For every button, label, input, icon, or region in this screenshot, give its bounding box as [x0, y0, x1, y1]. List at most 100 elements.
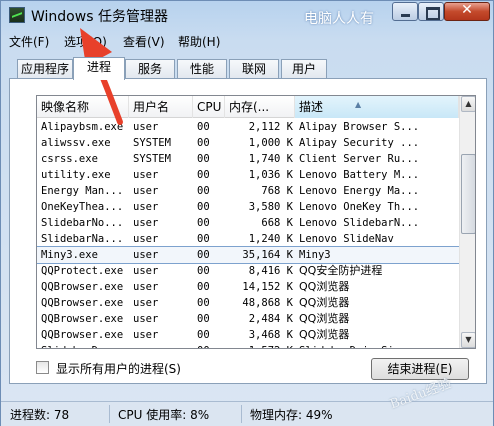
cell-user-name: user [133, 185, 159, 197]
table-row[interactable]: QQBrowser.exe user 00 2,484 K QQ浏览器 [37, 311, 459, 327]
column-user-name[interactable]: 用户名 [129, 96, 193, 118]
cell-image-name: Miny3.exe [41, 249, 98, 261]
cell-user-name: user [133, 233, 159, 245]
tab-users[interactable]: 用户 [281, 59, 327, 79]
cell-cpu: 00 [197, 329, 210, 341]
status-cpu-usage: CPU 使用率: 8% [118, 408, 210, 422]
cell-description: QQ浏览器 [299, 312, 350, 325]
cell-memory: 14,152 K [242, 281, 293, 293]
table-row[interactable]: Miny3.exe user 00 35,164 K Miny3 [37, 246, 460, 264]
menu-file[interactable]: 文件(F) [9, 33, 49, 50]
cell-cpu: 00 [197, 281, 210, 293]
cell-description: Lenovo OneKey Th... [299, 201, 420, 213]
checkbox-box[interactable] [36, 361, 49, 374]
task-manager-icon [9, 7, 25, 23]
cell-image-name: QQBrowser.exe [41, 297, 124, 309]
scroll-down-button[interactable]: ▼ [461, 332, 475, 348]
table-row[interactable]: SlidebarNa... user 00 1,240 K Lenovo SlideNa… [37, 231, 459, 247]
menu-help[interactable]: 帮助(H) [178, 33, 220, 50]
cell-cpu: 00 [197, 121, 210, 133]
cell-cpu: 00 [197, 313, 210, 325]
tab-processes[interactable]: 进程 [73, 57, 125, 80]
cell-user-name: SYSTEM [133, 153, 171, 165]
tab-services[interactable]: 服务 [125, 59, 175, 79]
chevron-up-icon: ▲ [465, 99, 472, 108]
column-image-name[interactable]: 映像名称 [37, 96, 129, 118]
cell-user-name: user [133, 249, 159, 261]
tab-networking[interactable]: 联网 [229, 59, 279, 79]
chevron-down-icon: ▼ [465, 335, 472, 344]
close-button[interactable]: ✕ [444, 2, 490, 21]
table-row[interactable]: QQProtect.exe user 00 8,416 K QQ安全防护进程 [37, 263, 459, 279]
cell-cpu: 00 [197, 169, 210, 181]
table-row[interactable]: Energy Man... user 00 768 K Lenovo Energy Ma… [37, 183, 459, 199]
table-row[interactable]: aliwssv.exe SYSTEM 00 1,000 K Alipay Securit… [37, 135, 459, 151]
cell-image-name: QQBrowser.exe [41, 313, 124, 325]
cell-memory: 1,240 K [248, 233, 293, 245]
cell-user-name: user [133, 343, 195, 348]
table-row[interactable]: QQBrowser.exe user 00 3,468 K QQ浏览器 [37, 327, 459, 343]
cell-description: QQ浏览器 [299, 280, 350, 293]
cell-user-name: user [133, 281, 159, 293]
processes-panel: 映像名称 用户名 CPU 内存(... 描述 ▲ Alipaybsm.exe us… [9, 78, 487, 384]
show-all-processes-label[interactable]: 显示所有用户的进程(S) [56, 360, 181, 377]
scroll-thumb[interactable] [461, 154, 475, 234]
cell-memory: 8,416 K [248, 265, 293, 277]
table-row[interactable]: OneKeyThea... user 00 3,580 K Lenovo OneKey … [37, 199, 459, 215]
column-cpu[interactable]: CPU [193, 96, 225, 118]
table-row[interactable]: SlidebarDu... user001,572 K SlidebarDuiguS… [37, 343, 459, 348]
tab-bar: 应用程序 进程 服务 性能 联网 用户 [17, 57, 487, 80]
column-description[interactable]: 描述 ▲ [295, 96, 459, 118]
minimize-button[interactable] [392, 2, 418, 21]
vertical-scrollbar[interactable]: ▲ ▼ [459, 96, 475, 348]
maximize-button[interactable] [418, 2, 444, 21]
cell-memory: 2,484 K [248, 313, 293, 325]
close-icon: ✕ [461, 2, 473, 18]
process-list[interactable]: 映像名称 用户名 CPU 内存(... 描述 ▲ Alipaybsm.exe us… [36, 95, 476, 349]
menu-options[interactable]: 选项(O) [64, 33, 107, 50]
table-row[interactable]: csrss.exe SYSTEM 00 1,740 K Client Server Ru… [37, 151, 459, 167]
cell-description: QQ浏览器 [299, 328, 350, 341]
cell-image-name: SlidebarDu... [41, 343, 129, 348]
cell-description: Client Server Ru... [299, 153, 420, 165]
cell-memory: 35,164 K [242, 249, 293, 261]
tab-performance[interactable]: 性能 [177, 59, 227, 79]
cell-user-name: user [133, 169, 159, 181]
status-physical-memory: 物理内存: 49% [250, 408, 333, 422]
table-row[interactable]: SlidebarNo... user 00 668 K Lenovo SlidebarN… [37, 215, 459, 231]
cell-description: QQ浏览器 [299, 296, 350, 309]
cell-image-name: csrss.exe [41, 153, 98, 165]
title-bar[interactable]: Windows 任务管理器 电脑人人有 ✕ [1, 1, 493, 31]
cell-cpu: 00 [197, 233, 210, 245]
scroll-up-button[interactable]: ▲ [461, 96, 475, 112]
tab-applications[interactable]: 应用程序 [17, 59, 73, 79]
cell-image-name: QQBrowser.exe [41, 281, 124, 293]
end-process-button[interactable]: 结束进程(E) [371, 358, 469, 380]
cell-memory: 48,868 K [242, 297, 293, 309]
table-row[interactable]: QQBrowser.exe user 00 14,152 K QQ浏览器 [37, 279, 459, 295]
table-row[interactable]: QQBrowser.exe user 00 48,868 K QQ浏览器 [37, 295, 459, 311]
status-process-count: 进程数: 78 [10, 408, 70, 422]
cell-memory: 1,572 K [227, 343, 293, 348]
process-rows: Alipaybsm.exe user 00 2,112 K Alipay Browser… [37, 119, 460, 348]
window-title: Windows 任务管理器 [31, 9, 168, 25]
cell-image-name: utility.exe [41, 169, 111, 181]
table-row[interactable]: utility.exe user 00 1,036 K Lenovo Battery M… [37, 167, 459, 183]
menu-view[interactable]: 查看(V) [123, 33, 165, 50]
cell-user-name: SYSTEM [133, 137, 171, 149]
column-memory[interactable]: 内存(... [225, 96, 295, 118]
status-divider [241, 405, 242, 423]
cell-cpu: 00 [197, 201, 210, 213]
cell-memory: 668 K [261, 217, 293, 229]
cell-description: Lenovo SlidebarN... [299, 217, 420, 229]
cell-memory: 1,740 K [248, 153, 293, 165]
menu-bar: 文件(F) 选项(O) 查看(V) 帮助(H) [7, 32, 487, 52]
cell-cpu: 00 [197, 185, 210, 197]
status-divider [109, 405, 110, 423]
cell-image-name: SlidebarNo... [41, 217, 124, 229]
cell-cpu: 00 [197, 297, 210, 309]
cell-user-name: user [133, 329, 159, 341]
table-row[interactable]: Alipaybsm.exe user 00 2,112 K Alipay Browser… [37, 119, 459, 135]
cell-description: QQ安全防护进程 [299, 264, 383, 277]
cell-user-name: user [133, 201, 159, 213]
